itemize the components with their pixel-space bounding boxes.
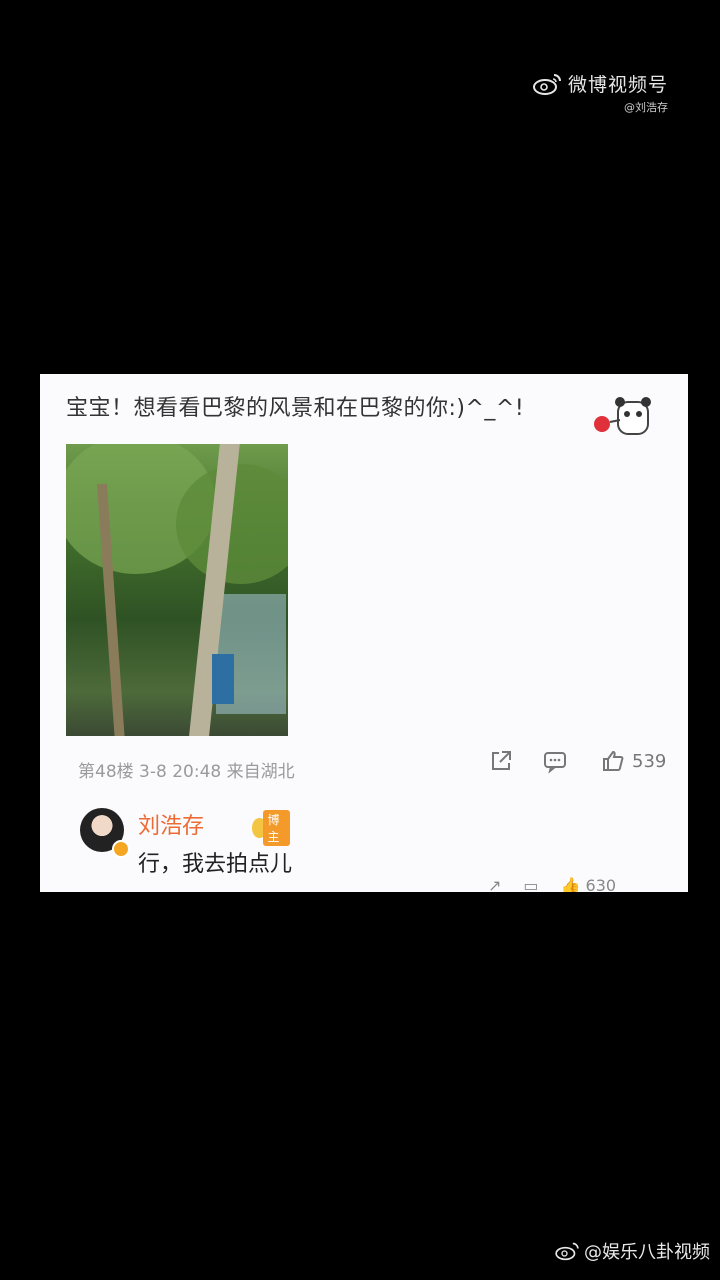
comment-icon — [544, 752, 566, 774]
comment-button[interactable] — [542, 748, 568, 774]
thumbs-up-icon — [603, 750, 624, 771]
comment-photo[interactable] — [66, 444, 288, 736]
weibo-logo-icon — [532, 73, 561, 95]
bottom-watermark-text: @娱乐八卦视频 — [584, 1242, 710, 1263]
share-icon — [492, 751, 511, 770]
comment-meta: 第48楼 3-8 20:48 来自湖北 — [78, 762, 295, 782]
comment-text: 宝宝！想看看巴黎的风景和在巴黎的你:)^_^! — [66, 396, 525, 421]
watermark-handle: @刘浩存 — [624, 101, 668, 114]
reply-like[interactable]: 👍 630 — [561, 876, 617, 892]
reply-like-count: 630 — [585, 876, 617, 892]
reply-text: 行，我去拍点儿 — [138, 852, 293, 877]
weibo-video-watermark: 微博视频号 @刘浩存 — [532, 70, 668, 115]
share-button[interactable] — [488, 748, 514, 774]
phone-screen: 宝宝！想看看巴黎的风景和在巴黎的你:)^_^! 第48楼 3-8 20:48 来… — [40, 374, 708, 892]
reply-share-icon[interactable]: ↗ — [488, 876, 501, 892]
blogger-badge-label: 博主 — [262, 810, 291, 846]
author-badge: 博主 — [252, 810, 291, 846]
verified-badge-icon — [112, 840, 130, 858]
reply-comment-icon[interactable]: ▭ — [523, 876, 538, 892]
like-count: 539 — [632, 750, 667, 772]
reply-author-name[interactable]: 刘浩存 — [138, 808, 204, 840]
watermark-brand: 微博视频号 — [567, 74, 668, 96]
reply-actions-cutoff: ↗ ▭ 👍 630 — [488, 876, 616, 892]
panda-sticker-icon — [594, 397, 651, 435]
weibo-logo-icon — [555, 1242, 579, 1261]
like-button[interactable]: 539 — [600, 748, 666, 774]
bottom-watermark: @娱乐八卦视频 — [554, 1238, 710, 1264]
